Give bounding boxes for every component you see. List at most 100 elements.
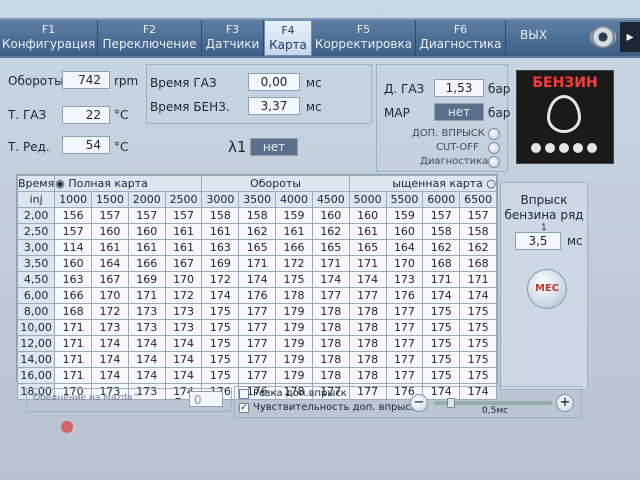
map-cell[interactable]: 178 [348, 303, 387, 320]
map-cell[interactable]: 175 [422, 335, 461, 352]
map-cell[interactable]: 175 [201, 303, 240, 320]
map-cell[interactable]: 177 [385, 303, 424, 320]
map-cell[interactable]: 173 [164, 303, 203, 320]
map-cell[interactable]: 171 [238, 255, 277, 272]
map-cell[interactable]: 174 [127, 351, 166, 368]
map-cell[interactable]: 161 [91, 239, 129, 256]
map-cell[interactable]: 174 [459, 287, 497, 304]
map-cell[interactable]: 157 [422, 207, 461, 224]
map-cell[interactable]: 161 [127, 239, 166, 256]
map-cell[interactable]: 177 [238, 367, 277, 384]
map-cell[interactable]: 160 [54, 255, 93, 272]
increase-button[interactable]: + [556, 394, 574, 412]
tab-map[interactable]: F4 Карта [264, 20, 312, 56]
map-cell[interactable]: 175 [459, 351, 497, 368]
map-cell[interactable]: 175 [201, 335, 240, 352]
map-cell[interactable]: 177 [385, 335, 424, 352]
map-cell[interactable]: 172 [275, 255, 313, 272]
map-cell[interactable]: 159 [275, 207, 313, 224]
map-cell[interactable]: 169 [127, 271, 166, 288]
map-cell[interactable]: 178 [311, 303, 350, 320]
map-cell[interactable]: 171 [54, 367, 93, 384]
map-cell[interactable]: 162 [459, 239, 497, 256]
map-cell[interactable]: 169 [201, 255, 240, 272]
map-cell[interactable]: 157 [127, 207, 166, 224]
map-cell[interactable]: 174 [127, 335, 166, 352]
map-cell[interactable]: 164 [385, 239, 424, 256]
map-cell[interactable]: 179 [275, 335, 313, 352]
map-cell[interactable]: 167 [164, 255, 203, 272]
map-cell[interactable]: 166 [54, 287, 93, 304]
map-cell[interactable]: 164 [91, 255, 129, 272]
map-cell[interactable]: 175 [201, 351, 240, 368]
full-map-option[interactable]: ◉ Полная карта [54, 175, 203, 192]
map-cell[interactable]: 175 [201, 319, 240, 336]
map-cell[interactable]: 161 [275, 223, 313, 240]
map-cell[interactable]: 176 [385, 287, 424, 304]
map-cell[interactable]: 170 [164, 271, 203, 288]
decrease-button[interactable]: − [410, 394, 428, 412]
map-cell[interactable]: 174 [311, 271, 350, 288]
map-cell[interactable]: 171 [348, 255, 387, 272]
map-cell[interactable]: 173 [164, 319, 203, 336]
map-cell[interactable]: 178 [311, 319, 350, 336]
map-cell[interactable]: 158 [422, 223, 461, 240]
map-cell[interactable]: 178 [311, 351, 350, 368]
map-cell[interactable]: 178 [348, 367, 387, 384]
map-cell[interactable]: 174 [238, 271, 277, 288]
map-cell[interactable]: 163 [201, 239, 240, 256]
map-cell[interactable]: 167 [91, 271, 129, 288]
map-cell[interactable]: 174 [164, 335, 203, 352]
map-cell[interactable]: 161 [164, 223, 203, 240]
map-cell[interactable]: 165 [238, 239, 277, 256]
map-cell[interactable]: 174 [422, 287, 461, 304]
map-cell[interactable]: 175 [459, 367, 497, 384]
map-cell[interactable]: 178 [348, 335, 387, 352]
map-cell[interactable]: 177 [385, 351, 424, 368]
edge-button[interactable]: ▸ [620, 22, 640, 52]
map-cell[interactable]: 174 [164, 351, 203, 368]
map-cell[interactable]: 175 [422, 367, 461, 384]
slider-knob[interactable] [447, 398, 456, 408]
map-cell[interactable]: 171 [54, 351, 93, 368]
map-cell[interactable]: 174 [91, 335, 129, 352]
map-cell[interactable]: 171 [311, 255, 350, 272]
map-cell[interactable]: 177 [238, 351, 277, 368]
map-cell[interactable]: 158 [459, 223, 497, 240]
map-cell[interactable]: 157 [91, 207, 129, 224]
map-cell[interactable]: 175 [422, 303, 461, 320]
map-cell[interactable]: 157 [164, 207, 203, 224]
map-cell[interactable]: 175 [201, 367, 240, 384]
map-cell[interactable]: 178 [275, 287, 313, 304]
sharp-cut-checkbox[interactable] [239, 389, 249, 399]
map-cell[interactable]: 159 [385, 207, 424, 224]
map-cell[interactable]: 177 [385, 367, 424, 384]
map-cell[interactable]: 168 [422, 255, 461, 272]
map-cell[interactable]: 168 [54, 303, 93, 320]
injection-apply-button[interactable]: МЕС [527, 269, 567, 309]
map-cell[interactable]: 156 [54, 207, 93, 224]
tab-correction[interactable]: F5 Корректировка [312, 20, 416, 56]
map-cell[interactable]: 178 [311, 367, 350, 384]
map-cell[interactable]: 172 [91, 303, 129, 320]
map-cell[interactable]: 177 [238, 303, 277, 320]
map-cell[interactable]: 165 [348, 239, 387, 256]
map-cell[interactable]: 174 [348, 271, 387, 288]
map-cell[interactable]: 173 [385, 271, 424, 288]
injection-value-input[interactable]: 3,5 [515, 232, 561, 250]
map-cell[interactable]: 177 [238, 319, 277, 336]
map-cell[interactable]: 170 [91, 287, 129, 304]
sensitivity-checkbox[interactable]: ✓ [239, 403, 249, 413]
map-cell[interactable]: 158 [201, 207, 240, 224]
map-cell[interactable]: 171 [459, 271, 497, 288]
map-cell[interactable]: 172 [164, 287, 203, 304]
map-cell[interactable]: 174 [164, 367, 203, 384]
map-cell[interactable]: 171 [54, 319, 93, 336]
tab-sensors[interactable]: F3 Датчики [202, 20, 264, 56]
map-cell[interactable]: 175 [459, 335, 497, 352]
map-cell[interactable]: 177 [238, 335, 277, 352]
mazda-value-input[interactable]: 0 [189, 391, 223, 407]
sensitivity-slider[interactable] [434, 398, 552, 408]
map-cell[interactable]: 168 [459, 255, 497, 272]
map-cell[interactable]: 179 [275, 319, 313, 336]
